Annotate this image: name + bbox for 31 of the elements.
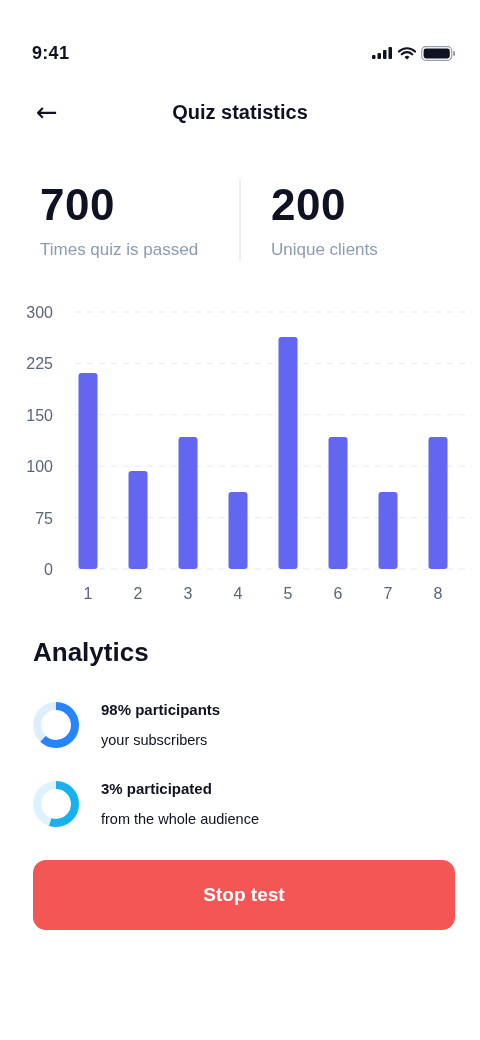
axis-category-label: 6	[333, 585, 343, 602]
axis-tick-label: 75	[35, 509, 53, 527]
axis-tick-label: 300	[26, 304, 53, 321]
screen-title: Quiz statistics	[172, 100, 308, 125]
axis-category-label: 8	[433, 585, 443, 602]
stat-subtitle: from the whole audience	[101, 810, 259, 829]
axis-tick-label: 100	[26, 458, 53, 476]
back-button[interactable]: ←	[32, 96, 62, 128]
status-time: 9:41	[32, 42, 70, 64]
stat-title: 3% participated	[101, 779, 212, 799]
axis-category-label: 5	[283, 585, 293, 602]
stat-title: 98% participants	[101, 700, 221, 720]
axis-category-label: 3	[183, 585, 193, 602]
stat-subtitle: your subscribers	[101, 731, 208, 750]
axis-category-label: 1	[83, 585, 93, 602]
donut-chart	[33, 702, 79, 748]
stat-label: Unique clients	[271, 239, 378, 261]
axis-category-label: 2	[133, 585, 143, 602]
donut-chart	[33, 781, 79, 827]
axis-category-label: 7	[383, 585, 393, 602]
axis-tick-label: 150	[26, 406, 53, 424]
battery-icon	[421, 45, 456, 61]
stat-label: Times quiz is passed	[40, 239, 199, 261]
axis-tick-label: 225	[26, 355, 53, 373]
stat-value: 700	[40, 180, 115, 230]
wifi-icon	[398, 46, 416, 60]
section-title: Analytics	[33, 636, 149, 668]
stat-value: 200	[271, 180, 346, 230]
signal-icon	[372, 47, 393, 59]
axis-category-label: 4	[233, 585, 243, 602]
axis-tick-label: 0	[44, 561, 53, 578]
